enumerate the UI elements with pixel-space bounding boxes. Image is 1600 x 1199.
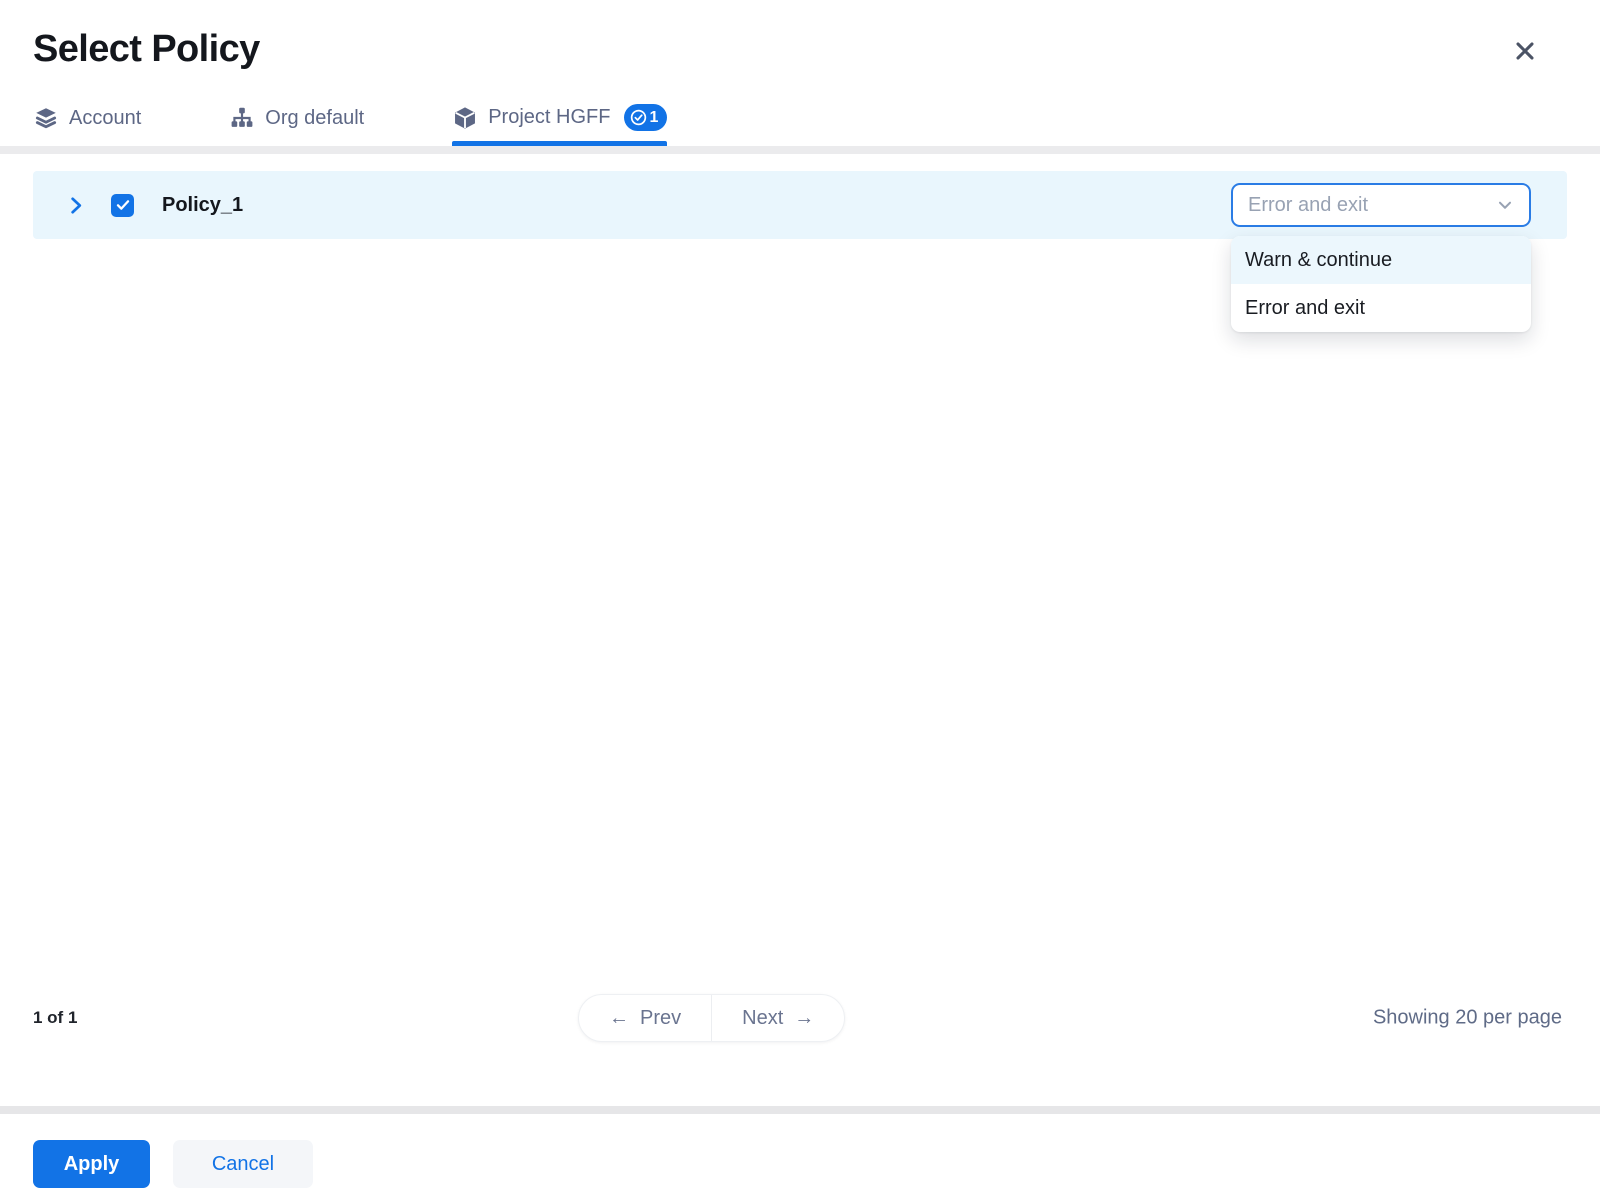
- modal-footer: Apply Cancel: [0, 1106, 1600, 1199]
- per-page-status: Showing 20 per page: [1373, 1007, 1562, 1030]
- tab-account-label: Account: [69, 107, 141, 130]
- select-value: Error and exit: [1248, 194, 1494, 217]
- arrow-left-icon: ←: [609, 1007, 629, 1030]
- tab-project-hgff[interactable]: Project HGFF 1: [452, 104, 667, 146]
- pagination-bar: 1 of 1 ← Prev Next → Showing 20 per page: [0, 994, 1600, 1042]
- arrow-right-icon: →: [794, 1007, 814, 1030]
- selected-count-badge: 1: [624, 104, 667, 131]
- policy-name: Policy_1: [162, 194, 243, 217]
- page-title: Select Policy: [33, 28, 1600, 71]
- dropdown-option-warn-continue[interactable]: Warn & continue: [1231, 236, 1531, 284]
- org-chart-icon: [229, 105, 255, 131]
- policy-action-dropdown: Warn & continue Error and exit: [1231, 236, 1531, 332]
- pager-group: ← Prev Next →: [578, 994, 845, 1042]
- prev-page-button[interactable]: ← Prev: [579, 995, 711, 1041]
- check-icon: [115, 197, 131, 213]
- tab-org-default[interactable]: Org default: [229, 105, 364, 146]
- page-status: 1 of 1: [33, 1008, 77, 1028]
- tab-org-default-label: Org default: [265, 107, 364, 130]
- badge-count: 1: [649, 109, 658, 127]
- layers-icon: [33, 105, 59, 131]
- policy-action-select[interactable]: Error and exit: [1231, 183, 1531, 227]
- dropdown-option-error-exit[interactable]: Error and exit: [1231, 284, 1531, 332]
- policy-row: Policy_1 Error and exit Warn & continue …: [33, 171, 1567, 239]
- prev-label: Prev: [640, 1007, 681, 1030]
- chevron-down-icon: [1494, 194, 1516, 216]
- tab-project-hgff-label: Project HGFF: [488, 106, 610, 129]
- cancel-button[interactable]: Cancel: [173, 1140, 313, 1188]
- policy-checkbox[interactable]: [111, 194, 134, 217]
- x-icon: [1511, 37, 1539, 65]
- policy-scope-tabs: Account Org default Project HGFF: [33, 104, 1567, 146]
- tab-account[interactable]: Account: [33, 105, 141, 146]
- next-label: Next: [742, 1007, 783, 1030]
- header-divider: [0, 146, 1600, 154]
- package-icon: [452, 105, 478, 131]
- next-page-button[interactable]: Next →: [711, 995, 844, 1041]
- footer-divider: [0, 1106, 1600, 1114]
- apply-button[interactable]: Apply: [33, 1140, 150, 1188]
- chevron-right-icon: [64, 194, 87, 217]
- check-circle-icon: [629, 108, 648, 127]
- expand-row-button[interactable]: [63, 193, 87, 217]
- close-button[interactable]: [1508, 34, 1542, 68]
